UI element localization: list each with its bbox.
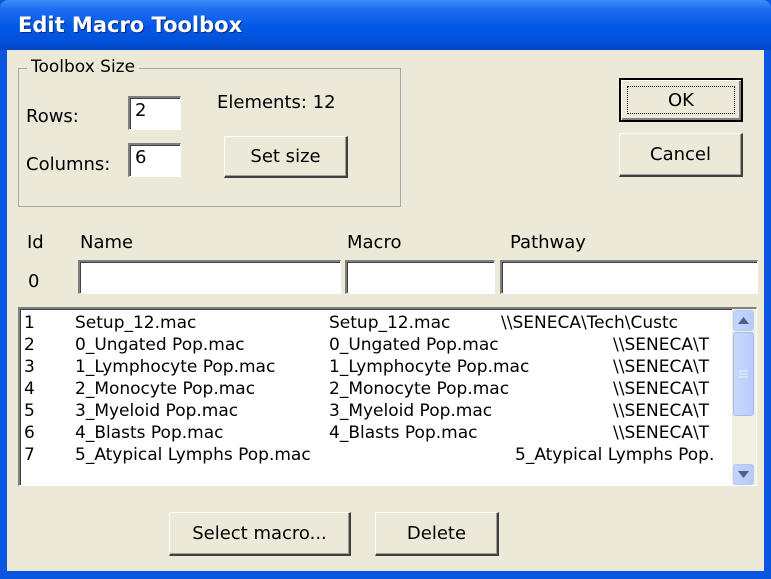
- scroll-up-button[interactable]: [733, 310, 754, 331]
- list-item-name: 4_Blasts Pop.mac: [75, 423, 224, 443]
- list-item-name: 3_Myeloid Pop.mac: [75, 401, 239, 421]
- list-scrollbar[interactable]: [732, 309, 756, 485]
- rows-label: Rows:: [26, 106, 79, 127]
- grip-lines-icon: [739, 370, 748, 377]
- scroll-down-button[interactable]: [733, 464, 754, 485]
- list-item-id: 7: [24, 445, 35, 465]
- list-item-name: 5_Atypical Lymphs Pop.mac: [75, 445, 311, 465]
- set-size-button[interactable]: Set size: [224, 136, 348, 178]
- scroll-thumb[interactable]: [733, 332, 754, 416]
- list-item-pathway: \\SENECA\T: [613, 335, 710, 355]
- triangle-down-icon: [738, 471, 749, 478]
- list-item-name: 1_Lymphocyte Pop.mac: [75, 357, 276, 377]
- list-item-id: 1: [24, 313, 35, 333]
- delete-button-label: Delete: [406, 523, 467, 544]
- column-header-macro: Macro: [347, 232, 402, 253]
- pathway-input[interactable]: [500, 260, 758, 294]
- ok-focus-ring: [627, 86, 735, 114]
- list-item[interactable]: 2 0_Ungated Pop.mac 0_Ungated Pop.mac \\…: [22, 334, 732, 356]
- list-item-id: 6: [24, 423, 35, 443]
- list-item-macro: 3_Myeloid Pop.mac: [329, 401, 493, 421]
- list-item[interactable]: 6 4_Blasts Pop.mac 4_Blasts Pop.mac \\SE…: [22, 422, 732, 444]
- list-item-pathway: \\SENECA\Tech\Custc: [501, 313, 678, 333]
- select-macro-button[interactable]: Select macro...: [169, 512, 351, 556]
- edit-macro-toolbox-dialog: Edit Macro Toolbox Toolbox Size Rows: 2 …: [0, 0, 771, 579]
- columns-input[interactable]: 6: [128, 143, 181, 177]
- list-item-id: 5: [24, 401, 35, 421]
- list-item-pathway: 5_Atypical Lymphs Pop.: [515, 445, 715, 465]
- elements-count: Elements: 12: [217, 92, 336, 113]
- list-item-name: 2_Monocyte Pop.mac: [75, 379, 256, 399]
- set-size-button-label: Set size: [250, 146, 321, 167]
- list-item-pathway: \\SENECA\T: [613, 357, 710, 377]
- column-header-pathway: Pathway: [510, 232, 586, 253]
- delete-button[interactable]: Delete: [375, 512, 499, 556]
- cancel-button-label: Cancel: [650, 144, 711, 165]
- list-item-id: 2: [24, 335, 35, 355]
- list-item-macro: 0_Ungated Pop.mac: [329, 335, 499, 355]
- list-item-macro: 1_Lymphocyte Pop.mac: [329, 357, 530, 377]
- dialog-client-area: Toolbox Size Rows: 2 Columns: 6 Elements…: [7, 50, 764, 571]
- select-macro-button-label: Select macro...: [192, 523, 327, 544]
- list-item[interactable]: 7 5_Atypical Lymphs Pop.mac 5_Atypical L…: [22, 444, 732, 466]
- name-input[interactable]: [78, 260, 341, 294]
- column-header-name: Name: [80, 232, 134, 253]
- macro-listbox[interactable]: 1 Setup_12.mac Setup_12.mac \\SENECA\Tec…: [18, 307, 757, 486]
- list-item-macro: 2_Monocyte Pop.mac: [329, 379, 510, 399]
- list-item-pathway: \\SENECA\T: [613, 423, 710, 443]
- list-item[interactable]: 4 2_Monocyte Pop.mac 2_Monocyte Pop.mac …: [22, 378, 732, 400]
- list-item-name: Setup_12.mac: [75, 313, 197, 333]
- list-item-id: 4: [24, 379, 35, 399]
- list-item-pathway: \\SENECA\T: [613, 379, 710, 399]
- column-header-id: Id: [27, 232, 44, 253]
- list-item-name: 0_Ungated Pop.mac: [75, 335, 245, 355]
- macro-input[interactable]: [345, 260, 495, 294]
- edit-row-id: 0: [28, 271, 40, 292]
- list-item-macro: 4_Blasts Pop.mac: [329, 423, 478, 443]
- ok-button[interactable]: OK: [619, 78, 743, 122]
- list-item[interactable]: 5 3_Myeloid Pop.mac 3_Myeloid Pop.mac \\…: [22, 400, 732, 422]
- rows-input[interactable]: 2: [128, 96, 181, 130]
- list-item[interactable]: 1 Setup_12.mac Setup_12.mac \\SENECA\Tec…: [22, 312, 732, 334]
- list-item-macro: Setup_12.mac: [329, 313, 451, 333]
- title-bar[interactable]: Edit Macro Toolbox: [0, 0, 771, 50]
- list-item[interactable]: 3 1_Lymphocyte Pop.mac 1_Lymphocyte Pop.…: [22, 356, 732, 378]
- toolbox-size-legend: Toolbox Size: [27, 56, 140, 78]
- columns-label: Columns:: [26, 154, 111, 175]
- list-item-id: 3: [24, 357, 35, 377]
- cancel-button[interactable]: Cancel: [619, 133, 743, 177]
- triangle-up-icon: [738, 317, 749, 324]
- list-item-pathway: \\SENECA\T: [613, 401, 710, 421]
- window-title: Edit Macro Toolbox: [18, 13, 243, 37]
